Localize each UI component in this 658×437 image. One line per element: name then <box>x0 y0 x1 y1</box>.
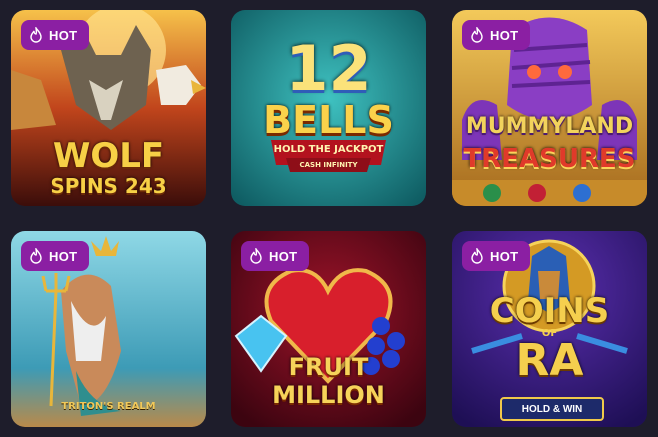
game-title-line2: BELLS <box>263 98 394 142</box>
hot-badge: HOT <box>21 241 90 271</box>
game-title-line1: COINS <box>489 291 610 331</box>
hot-badge: HOT <box>21 20 90 50</box>
game-tile-mummyland-treasures[interactable]: MUMMYLAND TREASURES HOT <box>452 10 647 206</box>
hold-and-win-label: HOLD & WIN <box>500 397 604 421</box>
hot-badge: HOT <box>241 241 310 271</box>
hot-badge: HOT <box>462 20 531 50</box>
fire-icon <box>30 248 42 264</box>
game-title-line1: MUMMYLAND <box>465 114 634 139</box>
hot-badge-label: HOT <box>269 248 298 264</box>
game-subtitle-2: CASH INFINITY <box>299 161 358 169</box>
fire-icon <box>30 27 42 43</box>
hot-badge-label: HOT <box>49 27 78 43</box>
hot-badge-label: HOT <box>490 248 519 264</box>
game-title-line2: MILLION <box>272 381 385 409</box>
fire-icon <box>250 248 262 264</box>
game-title-line2: SPINS 243 <box>50 174 167 198</box>
hot-badge-label: HOT <box>49 248 78 264</box>
game-tile-fruit-million[interactable]: FRUIT MILLION HOT <box>231 231 426 427</box>
game-title-line2: RA <box>515 335 584 386</box>
game-title-line1: FRUIT <box>288 353 369 381</box>
game-tile-12-bells[interactable]: 12 BELLS HOLD THE JACKPOT CASH INFINITY <box>231 10 426 206</box>
hot-badge: HOT <box>462 241 531 271</box>
game-title-line2: TREASURES <box>463 144 636 174</box>
game-title-line1: WOLF <box>52 136 165 176</box>
hot-badge-label: HOT <box>490 27 519 43</box>
game-tile-wolf-spins-243[interactable]: WOLF SPINS 243 HOT <box>11 10 206 206</box>
game-title-line1: 12 <box>285 32 372 105</box>
game-tile-tritons-realm[interactable]: TRITON'S REALM HOT <box>11 231 206 427</box>
game-grid: WOLF SPINS 243 HOT 12 BELLS HOLD THE JAC… <box>0 0 658 437</box>
game-subtitle: HOLD THE JACKPOT <box>273 144 384 155</box>
game-title-line1: TRITON'S REALM <box>61 401 156 412</box>
fire-icon <box>471 27 483 43</box>
fire-icon <box>471 248 483 264</box>
game-tile-coins-of-ra[interactable]: COINS OF RA HOLD & WIN HOT <box>452 231 647 427</box>
